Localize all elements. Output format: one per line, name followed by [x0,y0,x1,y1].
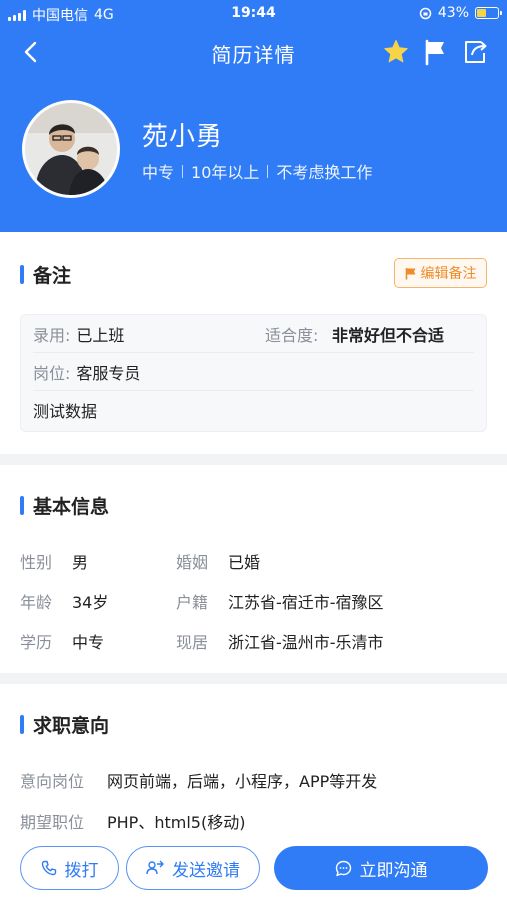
residence-value: 浙江省-温州市-乐清市 [228,633,384,652]
section-title-notes: 备注 [20,261,71,288]
start-chat-button[interactable]: 立即沟通 [274,846,488,890]
status-bar: 中国电信 4G 19:44 43% [0,0,507,28]
hukou-label: 户籍 [176,593,209,612]
fit-label: 适合度: [265,325,319,345]
hukou-value: 江苏省-宿迁市-宿豫区 [228,593,384,612]
edit-notes-button[interactable]: 编辑备注 [394,258,487,288]
star-icon[interactable] [382,38,410,66]
section-title-intent: 求职意向 [20,711,109,738]
marriage-value: 已婚 [228,553,261,572]
fit-value: 非常好但不合适 [332,325,445,345]
notes-box: 录用: 已上班 适合度: 非常好但不合适 岗位: 客服专员 测试数据 [20,314,487,432]
hire-value: 已上班 [76,325,125,345]
divider [267,164,269,178]
phone-icon [41,860,56,876]
call-button[interactable]: 拨打 [20,846,119,890]
expected-position-label: 期望职位 [20,813,85,832]
candidate-name: 苑小勇 [142,122,224,152]
position-value: 客服专员 [76,363,141,383]
job-change-text: 不考虑换工作 [276,163,373,182]
profile-header: 中国电信 4G 19:44 43% 简历详情 苑小勇 中专 10年以上 不考虑换… [0,0,507,232]
notes-row-remark: 测试数据 [33,391,474,429]
age-value: 34岁 [72,593,109,612]
nav-bar: 简历详情 [0,30,507,74]
notes-section: 备注 编辑备注 录用: 已上班 适合度: 非常好但不合适 岗位: 客服专员 测试… [0,232,507,454]
job-intent-section: 求职意向 意向岗位 网页前端，后端，小程序，APP等开发 期望职位 PHP、ht… [0,684,507,834]
candidate-meta: 中专 10年以上 不考虑换工作 [142,159,372,183]
edu-label: 学历 [20,633,53,652]
notes-row-hire: 录用: 已上班 适合度: 非常好但不合适 [33,315,474,353]
education-text: 中专 [142,163,175,182]
intended-position-label: 意向岗位 [20,772,85,791]
notes-row-position: 岗位: 客服专员 [33,353,474,391]
gender-label: 性别 [20,553,53,572]
section-title-basic: 基本信息 [20,492,109,519]
intended-position-value: 网页前端，后端，小程序，APP等开发 [107,772,378,791]
edu-value: 中专 [72,633,105,652]
send-invite-button[interactable]: 发送邀请 [126,846,260,890]
position-label: 岗位: [33,363,71,383]
flag-icon [405,267,415,279]
bottom-action-bar: 拨打 发送邀请 立即沟通 [0,832,507,900]
share-icon[interactable] [461,38,489,66]
avatar [22,100,120,198]
basic-info-section: 基本信息 性别 男 婚姻 已婚 年龄 34岁 户籍 江苏省-宿迁市-宿豫区 学历… [0,465,507,673]
hire-label: 录用: [33,325,71,345]
divider [182,164,184,178]
invite-icon [146,860,164,875]
battery-icon [475,7,502,19]
flag-icon[interactable] [421,38,449,66]
remark-text: 测试数据 [33,402,98,421]
battery-percent: 43% [437,5,469,21]
expected-position-value: PHP、html5(移动) [107,813,246,832]
chat-icon [335,860,351,876]
experience-text: 10年以上 [191,163,260,182]
gender-value: 男 [72,553,89,572]
marriage-label: 婚姻 [176,553,209,572]
rotation-lock-icon [419,7,432,19]
age-label: 年龄 [20,593,53,612]
residence-label: 现居 [176,633,209,652]
